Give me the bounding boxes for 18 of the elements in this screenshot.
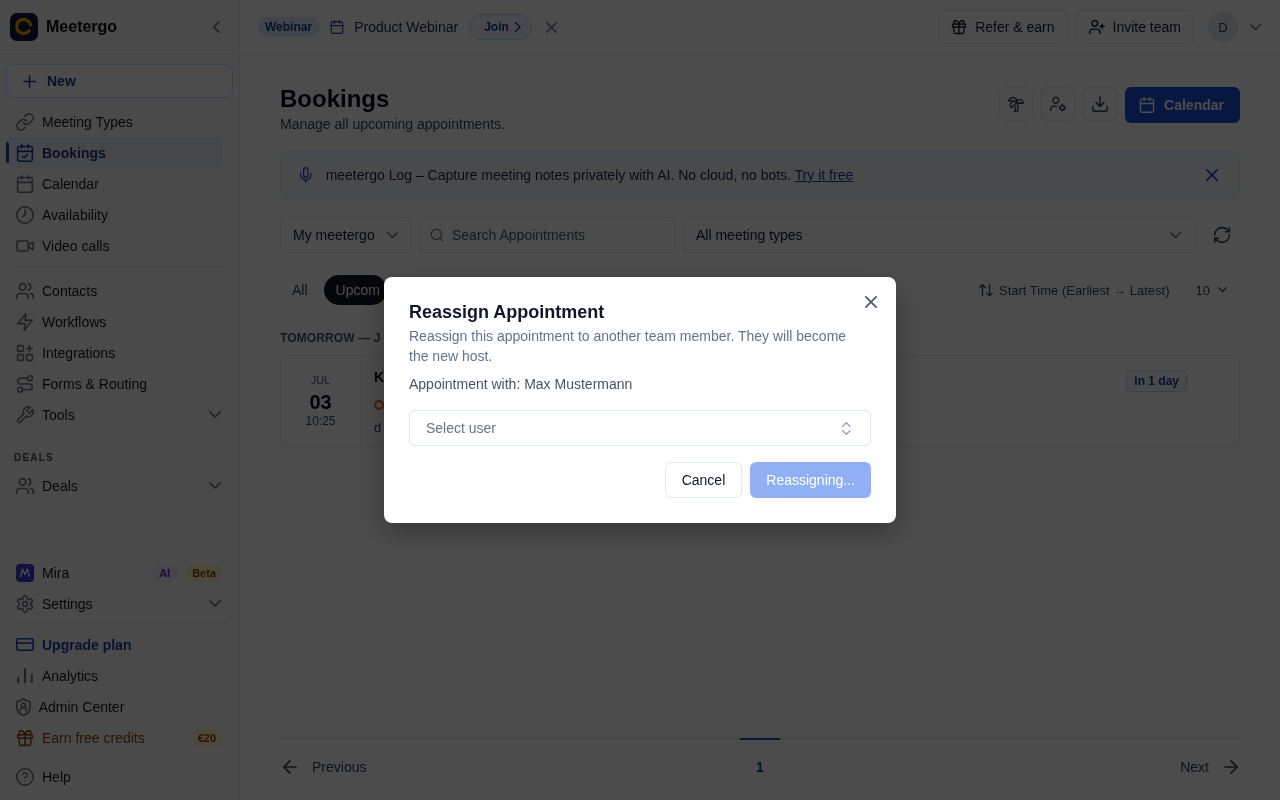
brand-name: Meetergo (46, 18, 118, 36)
close-button[interactable] (865, 296, 877, 308)
booking-title: K (374, 369, 385, 385)
dialog-title: Reassign Appointment (409, 301, 606, 324)
try-free-link[interactable]: Try it free (794, 167, 854, 183)
event-title: Product Webinar (354, 19, 459, 35)
user-select[interactable]: Select user (409, 410, 871, 446)
dialog-description: Reassign this appointment to another team member. They will become the new host. (409, 327, 848, 366)
banner-message: meetergo Log – Capture meeting notes privately with AI. No cloud, no bots. Try it free (325, 166, 854, 185)
page-title: Bookings (280, 84, 391, 114)
cancel-button[interactable]: Cancel (664, 462, 743, 498)
close-icon (865, 296, 877, 308)
appointment-info: Appointment with: Max Mustermann (409, 375, 634, 394)
start-time: 10:25 (305, 413, 336, 429)
page-subtitle: Manage all upcoming appointments. (280, 115, 505, 134)
tab[interactable]: All (280, 275, 320, 305)
date-day: 03 (309, 391, 332, 413)
chevrons-up-down-icon (842, 421, 851, 435)
